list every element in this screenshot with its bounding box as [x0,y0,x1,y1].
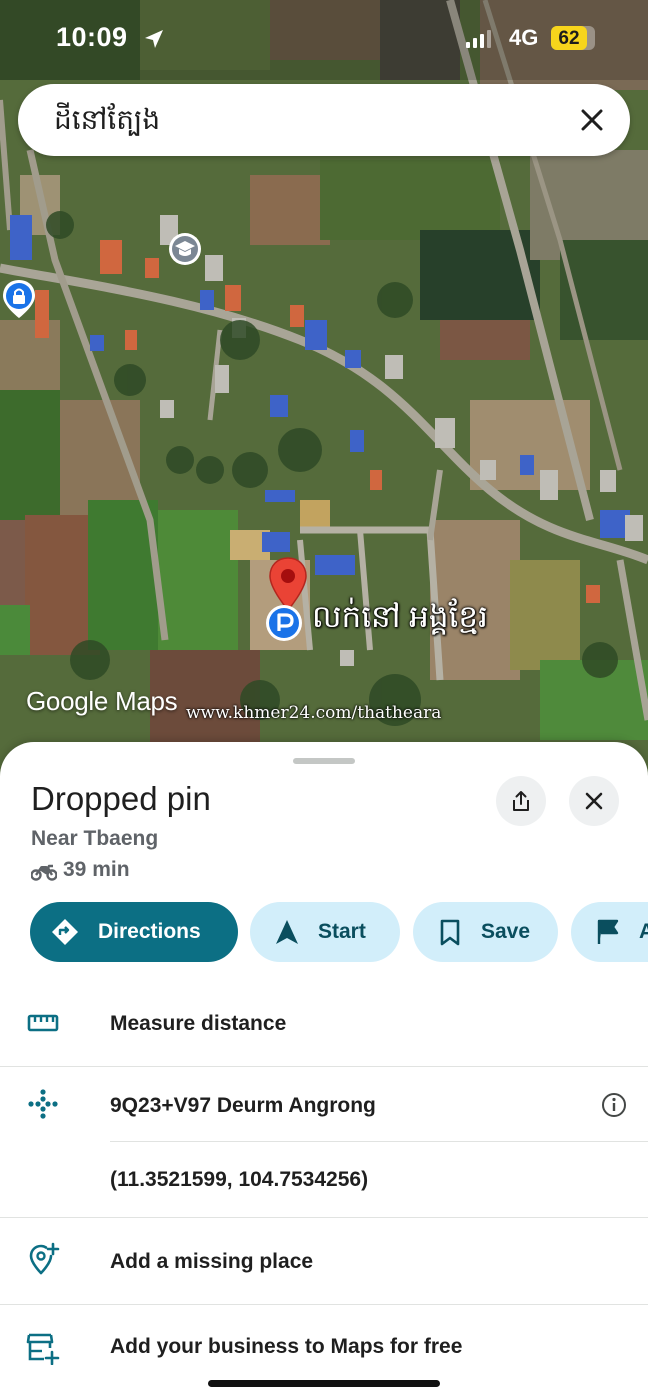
home-indicator[interactable] [208,1380,440,1387]
status-time: 10:09 [56,22,128,52]
network-type: 4G [509,25,539,50]
add-business-icon [26,1333,60,1365]
pin-label: លក់នៅ អង្គខ្មែរ [312,599,488,634]
measure-distance-row[interactable]: Measure distance [0,982,648,1066]
navigation-arrow-icon [276,920,298,944]
info-icon[interactable] [601,1092,627,1118]
drag-handle[interactable] [293,758,355,764]
close-icon[interactable] [576,104,608,136]
map-view[interactable]: 10:09 4G 62 ដីនៅតែ្បង លក់នៅ អង្គខ្មែរ Go… [0,0,648,780]
ruler-icon [27,1014,59,1032]
directions-diamond-icon [52,919,78,945]
battery-icon: 62 [551,26,595,50]
label-label: A [639,920,648,943]
close-icon [585,792,603,810]
search-bar[interactable]: ដីនៅតែ្បង [18,84,630,156]
place-subtitle: Near Tbaeng [31,827,159,850]
plus-code-icon [28,1089,58,1119]
bookmark-icon [440,919,460,946]
coordinates-label: (11.3521599, 104.7534256) [110,1168,369,1191]
directions-label: Directions [98,920,201,943]
label-button[interactable]: A [571,902,648,962]
add-location-icon [29,1242,60,1275]
flag-icon [597,919,619,944]
add-missing-place-label: Add a missing place [110,1250,314,1273]
add-missing-place-row[interactable]: Add a missing place [0,1218,648,1304]
school-icon[interactable] [167,231,203,267]
save-button[interactable]: Save [413,902,558,962]
plus-code-row[interactable]: 9Q23+V97 Deurm Angrong [0,1067,648,1141]
google-maps-logo: Google Maps [26,686,178,716]
coordinates-row[interactable]: (11.3521599, 104.7534256) [0,1142,648,1217]
close-sheet-button[interactable] [569,776,619,826]
add-business-label: Add your business to Maps for free [110,1335,463,1358]
place-sheet: Dropped pin Near Tbaeng 39 min Direction… [0,742,648,1400]
start-label: Start [318,920,366,943]
measure-distance-label: Measure distance [110,1012,287,1035]
share-icon [513,791,529,811]
start-button[interactable]: Start [250,902,400,962]
save-label: Save [481,920,531,943]
place-title: Dropped pin [31,780,211,817]
plus-code-label: 9Q23+V97 Deurm Angrong [110,1094,376,1117]
cellular-signal-icon [466,30,491,48]
location-arrow-icon [145,30,163,48]
travel-time-label: 39 min [63,858,130,881]
status-bar: 10:09 4G 62 [0,0,648,78]
action-chips: Directions Start Save A [30,902,648,962]
directions-button[interactable]: Directions [30,902,238,962]
shopping-lock-icon[interactable] [0,278,38,320]
battery-percent: 62 [558,28,580,49]
share-button[interactable] [496,776,546,826]
search-query[interactable]: ដីនៅតែ្បង [54,102,160,143]
watermark-text: www.khmer24.com/thatheara [186,703,442,723]
motorbike-icon [31,864,57,881]
parking-badge-icon [266,605,302,641]
